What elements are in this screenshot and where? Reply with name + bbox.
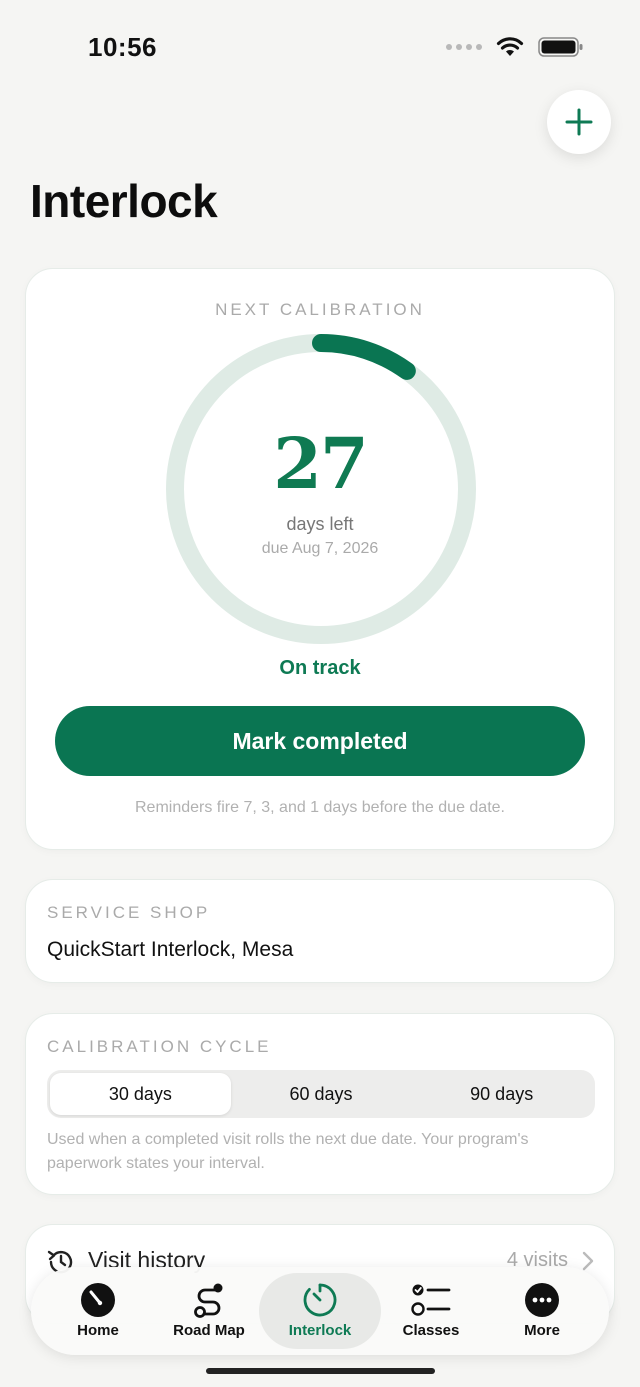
battery-icon xyxy=(538,37,583,57)
cycle-segmented-control: 30 days 60 days 90 days xyxy=(47,1070,595,1118)
more-icon xyxy=(525,1283,559,1317)
tab-label-classes: Classes xyxy=(402,1322,460,1339)
calibration-cycle-label: CALIBRATION CYCLE xyxy=(47,1037,272,1056)
cellular-signal-icon xyxy=(446,44,482,50)
chevron-right-icon xyxy=(582,1251,594,1271)
wifi-icon xyxy=(496,37,524,56)
service-shop-label: SERVICE SHOP xyxy=(47,903,211,922)
tab-interlock[interactable]: Interlock xyxy=(259,1273,381,1349)
interlock-screen: 10:56 Interlock NEXT CALIBRATION 27 days… xyxy=(0,0,640,1387)
cycle-option-90[interactable]: 90 days xyxy=(411,1073,592,1115)
cycle-option-30[interactable]: 30 days xyxy=(50,1073,231,1115)
cycle-option-60[interactable]: 60 days xyxy=(231,1073,412,1115)
reminder-note: Reminders fire 7, 3, and 1 days before t… xyxy=(134,799,505,816)
tab-home[interactable]: Home xyxy=(37,1273,159,1349)
service-shop-name: QuickStart Interlock, Mesa xyxy=(47,938,294,961)
tab-label-road-map: Road Map xyxy=(173,1322,245,1339)
days-left-caption: days left xyxy=(286,514,354,534)
tab-label-home: Home xyxy=(77,1322,119,1339)
tab-more[interactable]: More xyxy=(481,1273,603,1349)
mark-completed-button[interactable]: Mark completed xyxy=(55,706,585,776)
tab-bar: Home Road Map Interlock Classes More xyxy=(31,1267,609,1355)
next-calibration-label: NEXT CALIBRATION xyxy=(215,300,425,319)
tab-road-map[interactable]: Road Map xyxy=(148,1273,270,1349)
home-indicator xyxy=(206,1368,435,1374)
route-icon xyxy=(194,1283,223,1318)
days-left-count: 27 xyxy=(273,422,368,505)
gauge-icon xyxy=(81,1283,115,1317)
next-calibration-card: NEXT CALIBRATION 27 days left due Aug 7,… xyxy=(25,268,615,850)
calibration-status: On track xyxy=(279,657,361,679)
tab-classes[interactable]: Classes xyxy=(370,1273,492,1349)
timer-icon xyxy=(303,1283,337,1317)
page-title: Interlock xyxy=(30,175,218,227)
due-date: due Aug 7, 2026 xyxy=(261,540,379,557)
service-shop-card[interactable]: SERVICE SHOP QuickStart Interlock, Mesa xyxy=(25,879,615,983)
status-icons xyxy=(446,36,584,58)
calibration-cycle-card: CALIBRATION CYCLE 30 days 60 days 90 day… xyxy=(25,1013,615,1195)
checklist-icon xyxy=(411,1284,451,1316)
plus-icon xyxy=(565,108,593,136)
status-time: 10:56 xyxy=(88,32,157,62)
tab-label-interlock: Interlock xyxy=(288,1322,352,1339)
tab-label-more: More xyxy=(524,1322,560,1339)
status-bar: 10:56 xyxy=(0,0,640,90)
add-button[interactable] xyxy=(547,90,611,154)
cycle-note: Used when a completed visit rolls the ne… xyxy=(47,1131,529,1172)
